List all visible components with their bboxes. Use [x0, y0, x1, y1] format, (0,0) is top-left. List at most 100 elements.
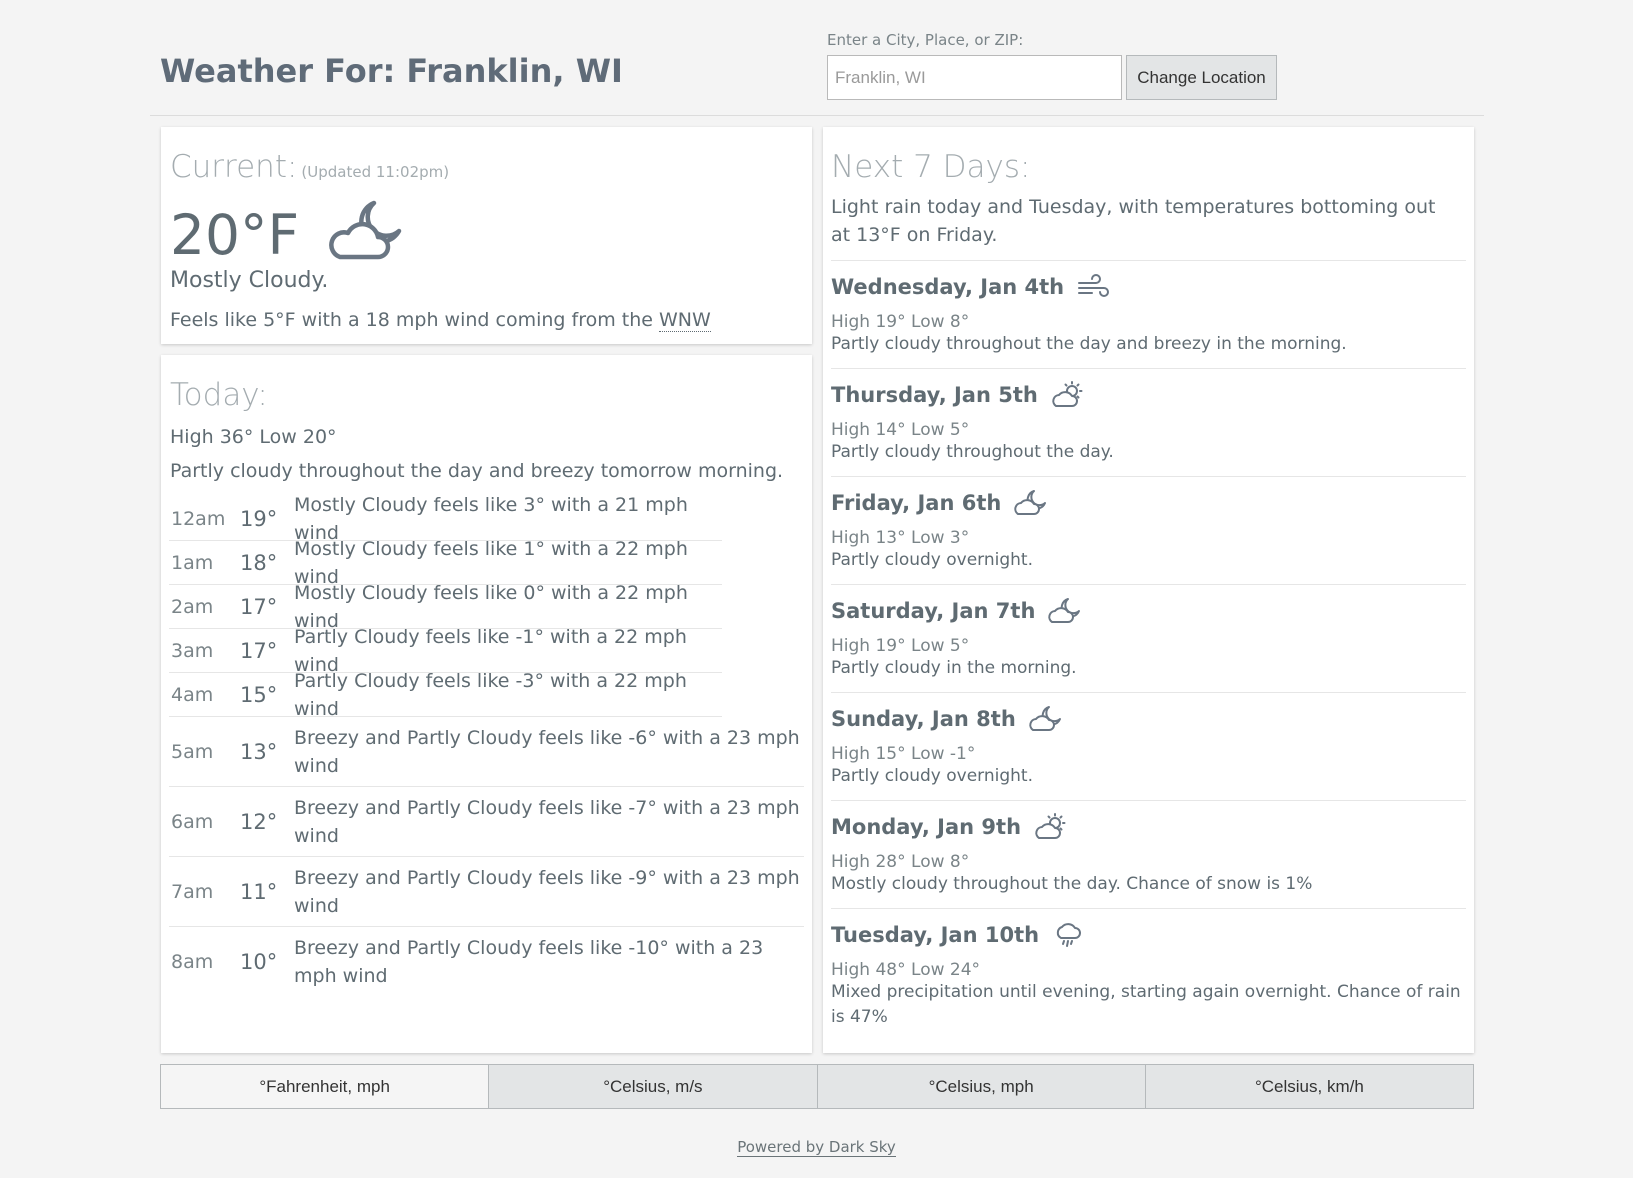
hour-row: 5am 13° Breezy and Partly Cloudy feels l… — [169, 717, 804, 787]
day-title-row: Sunday, Jan 8th — [831, 703, 1466, 735]
day-high-low: High 19° Low 5° — [831, 636, 1466, 656]
hour-row: 8am 10° Breezy and Partly Cloudy feels l… — [169, 927, 804, 997]
unit-fahrenheit-mph-button[interactable]: °Fahrenheit, mph — [160, 1064, 490, 1109]
day-title-row: Wednesday, Jan 4th — [831, 271, 1466, 303]
day-desc: Partly cloudy throughout the day and bre… — [831, 334, 1347, 354]
day-high-low: High 28° Low 8° — [831, 852, 1466, 872]
day-high: 19° — [875, 636, 906, 656]
day-name: Thursday, Jan 5th — [831, 383, 1038, 407]
week-forecast-card: Next 7 Days: Light rain today and Tuesda… — [823, 127, 1474, 1053]
hour-row: 7am 11° Breezy and Partly Cloudy feels l… — [169, 857, 804, 927]
day-title-row: Saturday, Jan 7th — [831, 595, 1466, 627]
hour-temp: 17° — [240, 638, 278, 663]
today-summary: Partly cloudy throughout the day and bre… — [170, 460, 784, 482]
hour-time: 2am — [171, 595, 214, 618]
updated-time: (Updated 11:02pm) — [301, 163, 450, 181]
high-label: High — [831, 420, 871, 440]
hour-temp: 19° — [240, 506, 278, 531]
day-desc: Mixed precipitation until evening, start… — [831, 982, 1461, 1027]
hour-desc: Partly Cloudy feels like -3° with a 22 m… — [294, 669, 687, 720]
today-card: Today: High 36° Low 20° Partly cloudy th… — [161, 355, 812, 1053]
low-label: Low — [911, 744, 945, 764]
current-heading-row: Current: (Updated 11:02pm) — [170, 149, 449, 185]
day-forecast: Thursday, Jan 5th High 14° Low 5° Partly… — [831, 368, 1466, 476]
hour-time: 6am — [171, 810, 214, 833]
location-input[interactable] — [827, 55, 1122, 100]
partly-cloudy-night-icon — [1048, 598, 1081, 623]
week-summary: Light rain today and Tuesday, with tempe… — [831, 196, 1436, 246]
hour-time: 12am — [171, 507, 226, 530]
high-label: High — [831, 744, 871, 764]
hourly-forecast-table: 12am 19° Mostly Cloudy feels like 3° wit… — [169, 494, 804, 997]
day-low: -1° — [949, 744, 976, 764]
day-desc: Partly cloudy overnight. — [831, 766, 1033, 786]
sleet-icon — [1056, 923, 1082, 947]
hour-temp: 13° — [240, 739, 278, 764]
footer: Powered by Dark Sky — [0, 1138, 1633, 1157]
partly-cloudy-night-icon — [1029, 706, 1061, 731]
wind-icon — [1078, 274, 1110, 297]
day-high-low: High 14° Low 5° — [831, 420, 1466, 440]
hour-temp: 12° — [240, 809, 278, 834]
powered-by-link[interactable]: Powered by Dark Sky — [737, 1138, 896, 1157]
hour-desc: Breezy and Partly Cloudy feels like -9° … — [294, 866, 800, 917]
hour-temp: 18° — [240, 550, 278, 575]
current-heading: Current: — [170, 149, 298, 185]
day-high: 15° — [875, 744, 906, 764]
day-low: 3° — [949, 528, 970, 548]
hour-desc: Breezy and Partly Cloudy feels like -7° … — [294, 796, 800, 847]
partly-cloudy-day-icon — [1035, 813, 1066, 839]
day-high-low: High 13° Low 3° — [831, 528, 1466, 548]
unit-celsius-ms-button[interactable]: °Celsius, m/s — [488, 1064, 818, 1109]
hour-time: 3am — [171, 639, 214, 662]
day-low: 5° — [949, 636, 970, 656]
day-high: 19° — [875, 312, 906, 332]
current-summary: Mostly Cloudy. — [170, 268, 329, 293]
low-label: Low — [911, 960, 945, 980]
today-heading: Today: — [170, 377, 268, 413]
high-label: High — [831, 852, 871, 872]
low-label: Low — [911, 636, 945, 656]
partly-cloudy-night-icon — [329, 200, 402, 260]
day-low: 8° — [949, 852, 970, 872]
daily-forecast-list: Wednesday, Jan 4th High 19° Low 8° Partl… — [831, 260, 1466, 1038]
partly-cloudy-night-icon — [1014, 490, 1047, 515]
day-high: 48° — [875, 960, 906, 980]
low-label: Low — [911, 528, 945, 548]
low-label: Low — [911, 420, 945, 440]
day-high: 13° — [875, 528, 906, 548]
hour-desc: Breezy and Partly Cloudy feels like -6° … — [294, 726, 800, 777]
unit-celsius-mph-button[interactable]: °Celsius, mph — [816, 1064, 1146, 1109]
high-label: High — [831, 528, 871, 548]
hour-temp: 17° — [240, 594, 278, 619]
unit-celsius-kmh-button[interactable]: °Celsius, km/h — [1144, 1064, 1474, 1109]
day-forecast: Monday, Jan 9th High 28° Low 8° Mostly c… — [831, 800, 1466, 908]
hour-desc: Breezy and Partly Cloudy feels like -10°… — [294, 937, 764, 987]
change-location-button[interactable]: Change Location — [1126, 55, 1277, 100]
high-label: High — [831, 636, 871, 656]
week-heading: Next 7 Days: — [831, 149, 1031, 185]
day-desc: Partly cloudy throughout the day. — [831, 442, 1114, 462]
day-name: Monday, Jan 9th — [831, 815, 1022, 839]
high-label: High — [831, 960, 871, 980]
day-desc: Partly cloudy overnight. — [831, 550, 1033, 570]
day-forecast: Sunday, Jan 8th High 15° Low -1° Partly … — [831, 692, 1466, 800]
hour-temp: 10° — [240, 950, 278, 974]
day-name: Friday, Jan 6th — [831, 491, 1002, 515]
feels-like-text: Feels like 5°F with a 18 mph wind coming… — [170, 309, 653, 331]
location-label: Enter a City, Place, or ZIP: — [827, 31, 1024, 49]
day-title-row: Monday, Jan 9th — [831, 811, 1466, 843]
wind-direction[interactable]: WNW — [659, 309, 711, 332]
day-name: Tuesday, Jan 10th — [831, 923, 1040, 947]
day-name: Sunday, Jan 8th — [831, 707, 1016, 731]
partly-cloudy-day-icon — [1052, 381, 1083, 407]
hour-temp: 11° — [240, 879, 278, 904]
hour-time: 7am — [171, 880, 214, 903]
day-name: Saturday, Jan 7th — [831, 599, 1036, 623]
day-high-low: High 19° Low 8° — [831, 312, 1466, 332]
current-conditions-card: Current: (Updated 11:02pm) 20°F Mostly Cl… — [161, 127, 812, 344]
low-label: Low — [911, 312, 945, 332]
hour-row: 6am 12° Breezy and Partly Cloudy feels l… — [169, 787, 804, 857]
day-high-low: High 48° Low 24° — [831, 960, 1466, 980]
day-forecast: Tuesday, Jan 10th High 48° Low 24° Mixed… — [831, 908, 1466, 1038]
